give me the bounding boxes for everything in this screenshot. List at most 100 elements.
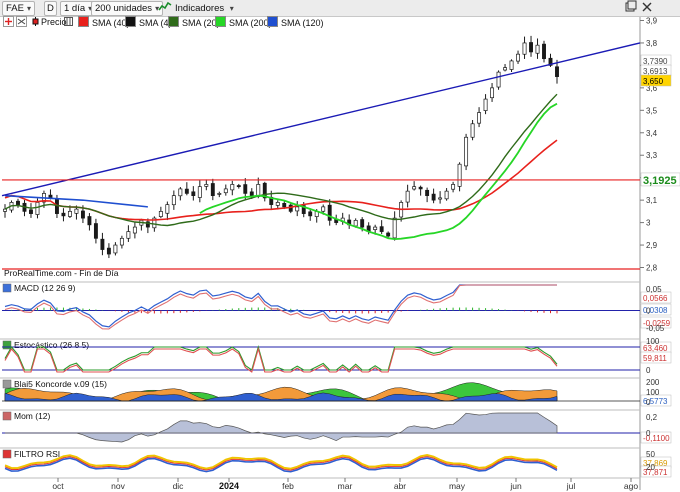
macd-axis-top: 0,05 xyxy=(646,285,662,294)
restore-icon[interactable] xyxy=(624,0,638,14)
candle-body xyxy=(483,98,488,111)
period-icon[interactable]: D xyxy=(44,1,57,16)
filtro-label-swatch xyxy=(2,449,12,459)
candle-body xyxy=(535,44,540,54)
candle-body xyxy=(379,226,384,232)
source-label: ProRealTime.com - Fin de Día xyxy=(4,268,119,278)
candle-body xyxy=(230,184,235,191)
stoch-label: Estocástico (26 8 5) xyxy=(14,340,89,350)
candle-body xyxy=(477,112,482,124)
candle-body xyxy=(184,188,189,194)
candle-body xyxy=(555,66,559,77)
price-tick-label: 3,4 xyxy=(646,129,658,138)
x-tick-label: oct xyxy=(52,481,64,491)
grid-icon xyxy=(64,17,73,26)
sma40-value: 3,7390 xyxy=(643,57,668,66)
crosshair-icon[interactable] xyxy=(3,16,29,27)
price-tick-label: 2,8 xyxy=(646,264,658,273)
sma120-swatch xyxy=(267,16,278,27)
candle-icon xyxy=(32,17,39,26)
legend-icons xyxy=(3,16,29,28)
candle-body xyxy=(106,247,111,255)
candle-body xyxy=(236,185,241,188)
candle-body xyxy=(100,238,105,250)
legend-sma120[interactable]: SMA (120) xyxy=(267,16,324,28)
candle-body xyxy=(178,188,183,197)
candle-body xyxy=(470,123,475,138)
chart-legend: Precio SMA (40) SMA (4) SMA (20) SMA (20… xyxy=(0,16,640,29)
candle-body xyxy=(464,136,469,167)
price-tick-label: 3,9 xyxy=(646,16,658,25)
price-tick-label: 3 xyxy=(646,219,651,228)
candle-body xyxy=(243,184,248,194)
candle-body xyxy=(74,208,79,214)
x-tick-label: may xyxy=(449,481,466,491)
macd-value-1: 0,0566 xyxy=(643,294,668,303)
candle-body xyxy=(496,71,501,88)
legend-precio[interactable]: Precio xyxy=(32,16,67,28)
window-controls xyxy=(624,0,654,13)
x-tick-label: 2024 xyxy=(219,481,239,491)
legend-sma20[interactable]: SMA (20) xyxy=(168,16,220,28)
candle-body xyxy=(132,226,137,234)
ticker-label: FAE xyxy=(6,3,24,14)
candle-body xyxy=(295,206,300,212)
mom-label: Mom (12) xyxy=(14,411,51,421)
legend-sma4[interactable]: SMA (4) xyxy=(125,16,172,28)
candle-body xyxy=(405,190,410,203)
price-tick-label: 3,1 xyxy=(646,196,658,205)
candle-body xyxy=(438,197,443,200)
stoch-panel[interactable] xyxy=(0,340,640,374)
last-price-value: 3,650 xyxy=(643,77,664,86)
x-tick-label: ago xyxy=(624,481,638,491)
blai5-axis-bottom: 0 xyxy=(646,398,651,407)
candle-body xyxy=(529,42,533,53)
x-tick-label: dic xyxy=(173,481,185,491)
candle-body xyxy=(197,186,202,198)
candle-body xyxy=(191,191,196,196)
sma40-swatch xyxy=(78,16,89,27)
legend-sma20-label: SMA (20) xyxy=(182,18,220,28)
candle-body xyxy=(210,183,215,196)
sma4-swatch xyxy=(125,16,136,27)
macd-label: MACD (12 26 9) xyxy=(14,283,76,293)
mom-axis-top: 0,2 xyxy=(646,413,658,422)
candle-body xyxy=(431,193,436,201)
close-icon[interactable] xyxy=(640,0,654,14)
price-tick-label: 3,8 xyxy=(646,39,658,48)
stoch-value-2: 59,811 xyxy=(643,354,667,363)
candle-body xyxy=(275,202,280,206)
x-tick-label: jul xyxy=(566,481,576,491)
x-tick-label: abr xyxy=(394,481,406,491)
sma200-swatch xyxy=(215,16,226,27)
units-selector[interactable]: 200 unidades xyxy=(91,1,164,16)
legend-sma40[interactable]: SMA (40) xyxy=(78,16,130,28)
candle-body xyxy=(3,208,7,212)
chart-area[interactable]: 3,93,83,73,63,53,43,33,23,132,92,83,7390… xyxy=(0,0,680,492)
x-tick-label: feb xyxy=(282,481,294,491)
macd-axis-zero: 0 xyxy=(646,307,651,316)
mom-label-swatch xyxy=(2,411,12,421)
filtro-label: FILTRO RSI xyxy=(14,449,60,459)
x-tick-label: jun xyxy=(509,481,522,491)
macd-axis-bottom: -0,05 xyxy=(646,324,665,333)
candle-body xyxy=(412,186,417,190)
legend-sma200-label: SMA (200) xyxy=(229,18,272,28)
candle-body xyxy=(490,87,495,99)
legend-grid-icon[interactable] xyxy=(64,16,74,28)
legend-sma120-label: SMA (120) xyxy=(281,18,324,28)
macd-line xyxy=(4,284,557,328)
indicators-icon xyxy=(158,1,172,11)
indicators-button[interactable]: Indicadores xyxy=(158,1,234,14)
candle-body xyxy=(542,43,546,60)
candle-body xyxy=(451,184,456,190)
stoch-k-line xyxy=(4,344,558,371)
legend-sma200[interactable]: SMA (200) xyxy=(215,16,272,28)
stoch-axis-bottom: 0 xyxy=(646,366,651,375)
candle-body xyxy=(35,202,40,215)
candle-body xyxy=(93,223,98,239)
blai5-label: Blai5 Koncorde v.09 (15) xyxy=(14,379,107,389)
ticker-selector[interactable]: FAE xyxy=(2,1,35,16)
candle-body xyxy=(509,60,514,70)
candle-body xyxy=(282,202,287,208)
